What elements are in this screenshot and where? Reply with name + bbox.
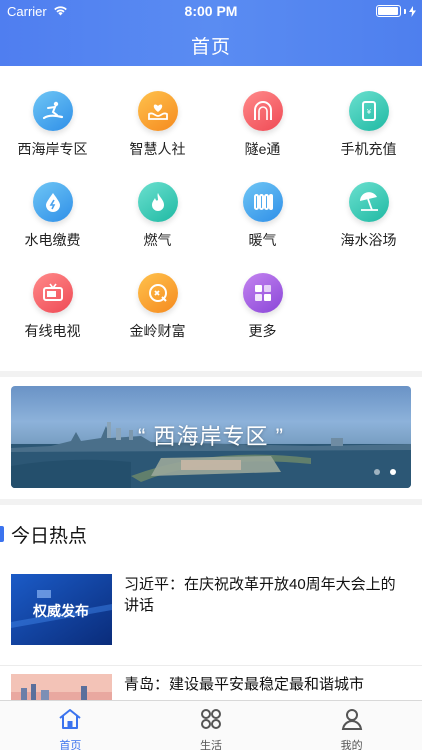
carousel-dot[interactable] bbox=[390, 469, 396, 475]
tab-mine[interactable]: 我的 bbox=[281, 701, 422, 750]
wifi-icon bbox=[53, 4, 68, 19]
service-label: 暖气 bbox=[248, 232, 277, 248]
more-grid-icon bbox=[242, 273, 283, 313]
heart-hand-icon bbox=[137, 91, 178, 131]
tab-label: 生活 bbox=[200, 740, 222, 750]
service-label: 有线电视 bbox=[24, 323, 81, 339]
news-title: 青岛：建设最平安最稳定最和谐城市 bbox=[124, 676, 365, 693]
battery-icon bbox=[376, 5, 416, 17]
tab-label: 首页 bbox=[59, 740, 82, 750]
clover-icon bbox=[200, 708, 222, 735]
service-label: 更多 bbox=[248, 323, 277, 339]
banner-title: “ 西海岸专区 ” bbox=[138, 424, 284, 449]
service-item[interactable]: 暖气 bbox=[210, 182, 315, 250]
flame-icon bbox=[137, 182, 178, 222]
service-item[interactable]: 有线电视 bbox=[0, 273, 105, 341]
status-bar: Carrier 8:00 PM bbox=[0, 0, 422, 22]
section-title: 今日热点 bbox=[11, 525, 88, 547]
header: Carrier 8:00 PM 首页 bbox=[0, 0, 422, 66]
thumb-caption: 权威发布 bbox=[32, 603, 89, 620]
home-icon bbox=[58, 708, 82, 735]
service-label: 智慧人社 bbox=[129, 141, 186, 157]
service-label: 水电缴费 bbox=[24, 232, 81, 248]
service-item[interactable]: 水电缴费 bbox=[0, 182, 105, 250]
service-item[interactable]: 金岭财富 bbox=[105, 273, 210, 341]
news-thumbnail: 权威发布 bbox=[11, 574, 112, 645]
section-header: 今日热点 bbox=[0, 522, 88, 547]
phone-topup-icon: ¥ bbox=[348, 91, 389, 131]
tab-label: 我的 bbox=[340, 740, 363, 750]
service-item[interactable]: 更多 bbox=[210, 273, 315, 341]
service-label: 西海岸专区 bbox=[17, 141, 88, 157]
page-title: 首页 bbox=[190, 37, 231, 58]
tab-life[interactable]: 生活 bbox=[141, 701, 282, 750]
news-thumbnail bbox=[11, 674, 112, 700]
beach-umbrella-icon bbox=[348, 182, 389, 222]
banner-panel: “ 西海岸专区 ” bbox=[0, 377, 422, 499]
water-drop-icon bbox=[32, 182, 73, 222]
carousel-dot[interactable] bbox=[374, 469, 380, 475]
wallet-icon bbox=[137, 273, 178, 313]
news-item[interactable]: 青岛：建设最平安最稳定最和谐城市 bbox=[0, 665, 422, 700]
news-title: 习近平：在庆祝改革开放40周年大会上的讲话 bbox=[124, 576, 396, 614]
svg-text:¥: ¥ bbox=[366, 108, 371, 116]
banner-carousel[interactable]: “ 西海岸专区 ” bbox=[11, 386, 411, 488]
service-item[interactable]: 海水浴场 bbox=[316, 182, 421, 250]
service-label: 燃气 bbox=[143, 232, 172, 248]
person-icon bbox=[341, 708, 363, 735]
service-label: 金岭财富 bbox=[129, 323, 186, 339]
tunnel-icon bbox=[242, 91, 283, 131]
tab-home[interactable]: 首页 bbox=[0, 701, 141, 750]
tab-bar: 首页 生活 我的 bbox=[0, 700, 422, 750]
radiator-icon bbox=[242, 182, 283, 222]
carrier-label: Carrier bbox=[7, 3, 47, 19]
service-item[interactable]: 智慧人社 bbox=[105, 91, 210, 159]
service-item[interactable]: ¥ 手机充值 bbox=[316, 91, 421, 159]
section-accent-bar bbox=[0, 526, 4, 542]
tv-icon bbox=[32, 273, 73, 313]
service-grid: 西海岸专区 智慧人社 隧e通 ¥ 手机充值水电缴费 燃气 暖气 海水浴场有线电视 金岭财富 更多 bbox=[0, 66, 422, 371]
service-item[interactable]: 西海岸专区 bbox=[0, 91, 105, 159]
news-section: 今日热点 权威发布 习近平：在庆祝改革开放40周年大会上的讲话 青岛：建设最平安… bbox=[0, 505, 422, 700]
service-label: 海水浴场 bbox=[340, 232, 397, 248]
service-label: 手机充值 bbox=[340, 141, 397, 157]
service-item[interactable]: 隧e通 bbox=[210, 91, 315, 159]
surfing-icon bbox=[32, 91, 73, 131]
service-item[interactable]: 燃气 bbox=[105, 182, 210, 250]
news-item[interactable]: 权威发布 习近平：在庆祝改革开放40周年大会上的讲话 bbox=[0, 566, 422, 650]
service-label: 隧e通 bbox=[244, 141, 281, 157]
